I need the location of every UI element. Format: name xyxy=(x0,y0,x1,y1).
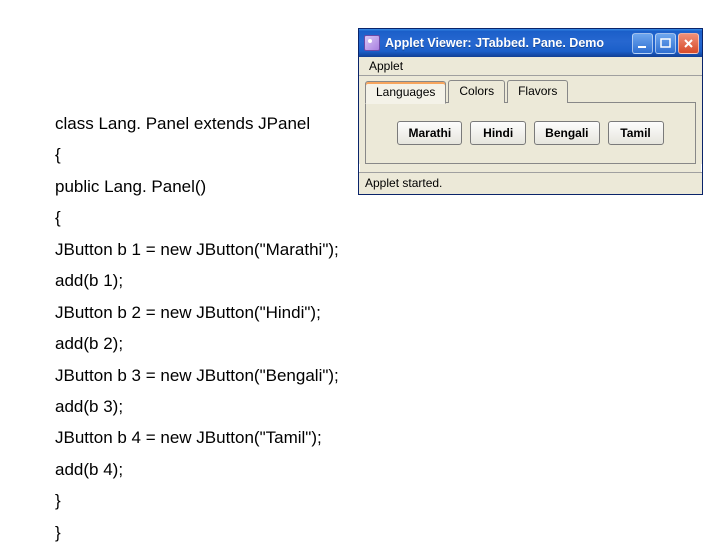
minimize-button[interactable] xyxy=(632,33,653,54)
tab-label: Flavors xyxy=(518,84,557,98)
java-applet-icon xyxy=(364,35,380,51)
status-bar: Applet started. xyxy=(359,172,702,194)
status-text: Applet started. xyxy=(365,176,442,190)
code-line: JButton b 4 = new JButton("Tamil"); xyxy=(55,422,339,453)
menubar: Applet xyxy=(359,57,702,76)
code-line: public Lang. Panel() xyxy=(55,171,339,202)
code-line: JButton b 3 = new JButton("Bengali"); xyxy=(55,360,339,391)
maximize-button[interactable] xyxy=(655,33,676,54)
code-line: JButton b 1 = new JButton("Marathi"); xyxy=(55,234,339,265)
tab-flavors[interactable]: Flavors xyxy=(507,80,568,103)
code-line: add(b 2); xyxy=(55,328,339,359)
menu-applet[interactable]: Applet xyxy=(363,58,409,74)
code-snippet: class Lang. Panel extends JPanel { publi… xyxy=(55,108,339,548)
button-hindi[interactable]: Hindi xyxy=(470,121,526,145)
tab-colors[interactable]: Colors xyxy=(448,80,505,103)
code-line: { xyxy=(55,202,339,233)
code-line: } xyxy=(55,517,339,548)
applet-viewer-window: Applet Viewer: JTabbed. Pane. Demo Apple… xyxy=(358,28,703,195)
code-line: } xyxy=(55,485,339,516)
code-line: JButton b 2 = new JButton("Hindi"); xyxy=(55,297,339,328)
close-icon xyxy=(683,38,694,49)
window-title: Applet Viewer: JTabbed. Pane. Demo xyxy=(385,36,632,50)
tab-languages[interactable]: Languages xyxy=(365,81,446,104)
tab-row: Languages Colors Flavors xyxy=(365,80,696,103)
tab-label: Languages xyxy=(376,85,435,99)
code-line: add(b 4); xyxy=(55,454,339,485)
code-line: add(b 3); xyxy=(55,391,339,422)
code-line: class Lang. Panel extends JPanel xyxy=(55,108,339,139)
close-button[interactable] xyxy=(678,33,699,54)
code-line: add(b 1); xyxy=(55,265,339,296)
window-controls xyxy=(632,33,699,54)
minimize-icon xyxy=(637,38,648,49)
button-bengali[interactable]: Bengali xyxy=(534,121,599,145)
maximize-icon xyxy=(660,38,671,49)
button-marathi[interactable]: Marathi xyxy=(397,121,462,145)
client-area: Languages Colors Flavors Marathi Hindi B… xyxy=(359,76,702,164)
code-line: { xyxy=(55,139,339,170)
tab-panel-languages: Marathi Hindi Bengali Tamil xyxy=(365,102,696,164)
tab-label: Colors xyxy=(459,84,494,98)
titlebar[interactable]: Applet Viewer: JTabbed. Pane. Demo xyxy=(359,29,702,57)
button-tamil[interactable]: Tamil xyxy=(608,121,664,145)
